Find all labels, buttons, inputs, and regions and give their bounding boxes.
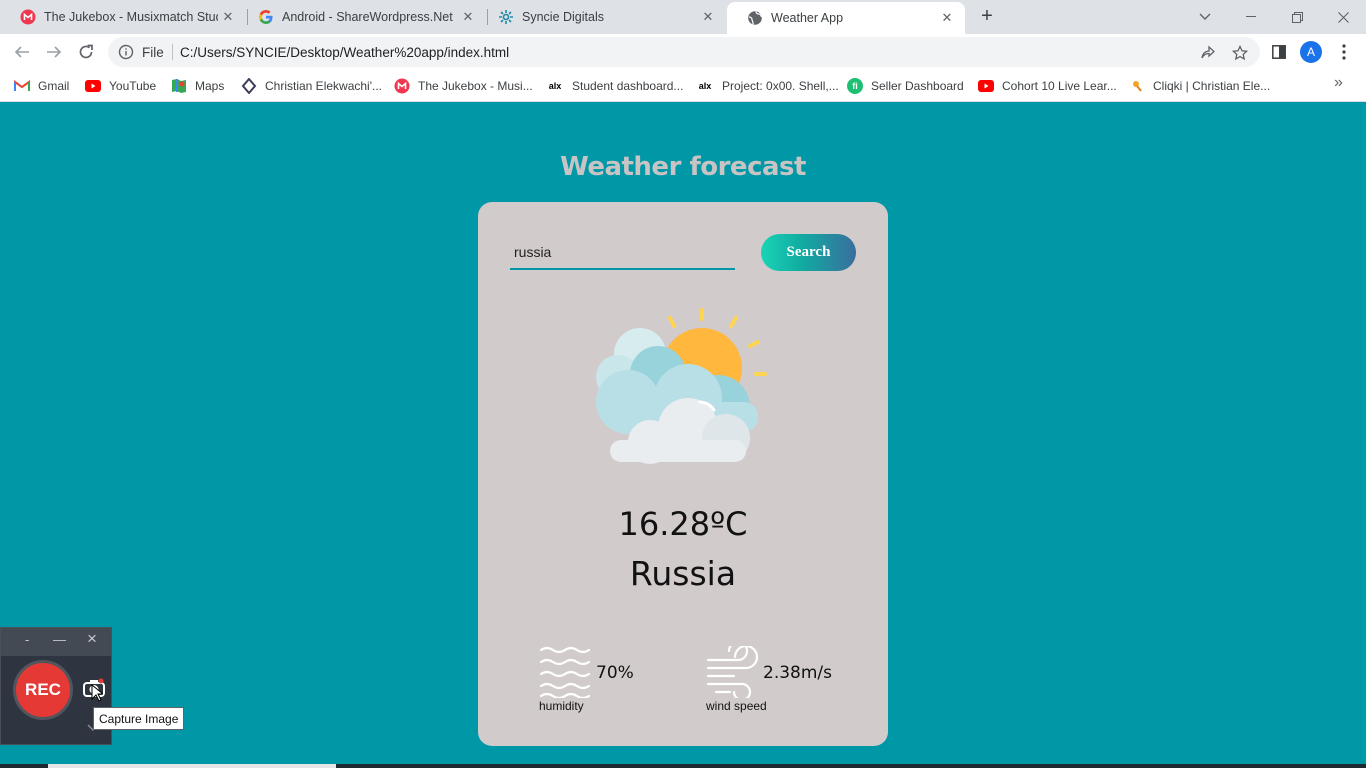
page-title: Weather forecast xyxy=(560,152,806,182)
search-button[interactable]: Search xyxy=(761,234,856,271)
close-window-icon[interactable] xyxy=(1320,0,1366,34)
bookmark-jukebox[interactable]: The Jukebox - Musi... xyxy=(394,76,533,96)
address-bar[interactable]: File C:/Users/SYNCIE/Desktop/Weather%20a… xyxy=(108,37,1260,67)
syncie-icon xyxy=(498,9,514,25)
bookmarks-bar: Gmail YouTube Maps Christian Elekwachi'.… xyxy=(0,70,1366,102)
scheme-label: File xyxy=(142,45,164,60)
wind-speed-label: wind speed xyxy=(706,699,767,713)
fiverr-icon: fi xyxy=(847,78,863,94)
bookmark-label: YouTube xyxy=(109,79,157,93)
recorder-close-button[interactable]: × xyxy=(87,629,97,649)
browser-toolbar: File C:/Users/SYNCIE/Desktop/Weather%20a… xyxy=(0,34,1366,70)
close-icon[interactable]: ✕ xyxy=(937,10,957,26)
humidity-waves-icon xyxy=(539,646,591,698)
tab-title: Android - ShareWordpress.Net xyxy=(282,10,453,24)
wind-speed-value: 2.38m/s xyxy=(763,663,832,683)
bookmark-seller-dashboard[interactable]: fi Seller Dashboard xyxy=(847,76,964,96)
bookmark-cohort-10[interactable]: Cohort 10 Live Lear... xyxy=(978,76,1117,96)
tab-title: The Jukebox - Musixmatch Studio xyxy=(44,10,218,24)
bookmark-label: Project: 0x00. Shell,... xyxy=(722,79,839,93)
url-text[interactable]: C:/Users/SYNCIE/Desktop/Weather%20app/in… xyxy=(180,45,509,60)
alx-icon: alx xyxy=(698,81,712,91)
humidity-value: 70% xyxy=(596,663,634,683)
musixmatch-icon xyxy=(394,78,410,94)
wind-icon xyxy=(706,646,759,698)
address-divider xyxy=(172,44,173,60)
partly-cloudy-sun-icon xyxy=(596,308,767,464)
alx-icon: alx xyxy=(548,81,562,91)
bookmark-christian[interactable]: Christian Elekwachi'... xyxy=(241,76,382,96)
profile-avatar[interactable]: A xyxy=(1300,41,1322,63)
bookmark-project-shell[interactable]: alx Project: 0x00. Shell,... xyxy=(696,76,839,96)
youtube-icon xyxy=(85,78,101,94)
forward-arrow-icon[interactable] xyxy=(42,40,66,64)
tab-jukebox[interactable]: The Jukebox - Musixmatch Studio ✕ xyxy=(0,0,246,34)
side-panel-icon[interactable] xyxy=(1267,40,1291,64)
weather-card: Search 16.28ºC Russia xyxy=(478,202,888,746)
new-tab-button[interactable]: + xyxy=(977,6,997,28)
minimize-window-icon[interactable] xyxy=(1228,0,1274,34)
gmail-icon xyxy=(14,78,30,94)
city-name: Russia xyxy=(629,554,737,593)
bookmark-label: Maps xyxy=(195,79,225,93)
recorder-dash-icon[interactable]: - xyxy=(25,632,29,647)
bookmark-student-dashboard[interactable]: alx Student dashboard... xyxy=(546,76,684,96)
tab-title: Syncie Digitals xyxy=(522,10,604,24)
close-icon[interactable]: ✕ xyxy=(218,9,238,25)
recorder-minimize-button[interactable]: — xyxy=(53,632,66,647)
google-g-icon xyxy=(258,9,274,25)
bookmark-cliqki[interactable]: Cliqki | Christian Ele... xyxy=(1129,76,1270,96)
bookmark-maps[interactable]: Maps xyxy=(171,76,224,96)
mouse-cursor-icon xyxy=(91,684,103,702)
info-icon[interactable] xyxy=(118,44,134,60)
tab-android[interactable]: Android - ShareWordpress.Net ✕ xyxy=(238,0,486,34)
globe-icon xyxy=(747,10,763,26)
tab-strip: The Jukebox - Musixmatch Studio ✕ Androi… xyxy=(0,0,1366,34)
capture-image-tooltip: Capture Image xyxy=(93,707,185,730)
rec-button[interactable]: REC xyxy=(13,660,73,720)
musixmatch-icon xyxy=(20,9,36,25)
bookmark-label: Gmail xyxy=(38,79,70,93)
back-arrow-icon[interactable] xyxy=(10,40,34,64)
search-input[interactable] xyxy=(510,236,735,270)
bookmark-youtube[interactable]: YouTube xyxy=(85,76,156,96)
reload-icon[interactable] xyxy=(74,40,98,64)
maps-icon xyxy=(171,78,187,94)
taskbar-edge xyxy=(0,764,1366,768)
bookmark-label: Seller Dashboard xyxy=(871,79,964,93)
close-icon[interactable]: ✕ xyxy=(458,9,478,25)
tab-syncie[interactable]: Syncie Digitals ✕ xyxy=(478,0,726,34)
bookmark-label: Cohort 10 Live Lear... xyxy=(1002,79,1117,93)
kebab-menu-icon[interactable] xyxy=(1332,40,1356,64)
more-bookmarks-chevron-icon[interactable]: » xyxy=(1334,74,1343,92)
close-icon[interactable]: ✕ xyxy=(698,9,718,25)
bookmark-gmail[interactable]: Gmail xyxy=(14,76,69,96)
bookmark-site-icon xyxy=(241,78,257,94)
tab-search-chevron-icon[interactable] xyxy=(1182,0,1228,34)
tab-weather-app[interactable]: Weather App ✕ xyxy=(727,2,965,34)
humidity-label: humidity xyxy=(539,699,584,713)
bookmark-label: Cliqki | Christian Ele... xyxy=(1153,79,1271,93)
restore-window-icon[interactable] xyxy=(1274,0,1320,34)
bookmark-label: The Jukebox - Musi... xyxy=(418,79,533,93)
share-icon[interactable] xyxy=(1198,43,1218,63)
cliqki-icon xyxy=(1129,78,1145,94)
temperature-value: 16.28ºC xyxy=(618,505,748,543)
bookmark-label: Christian Elekwachi'... xyxy=(265,79,382,93)
youtube-icon xyxy=(978,78,994,94)
bookmark-label: Student dashboard... xyxy=(572,79,684,93)
tab-title: Weather App xyxy=(771,11,844,25)
bookmark-star-icon[interactable] xyxy=(1230,43,1250,63)
